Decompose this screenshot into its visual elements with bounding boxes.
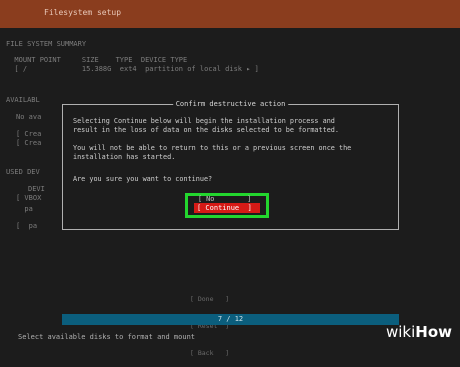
- dialog-title: Confirm destructive action: [172, 100, 289, 108]
- watermark-wiki: wiki: [385, 323, 416, 341]
- used-item: DEVI: [28, 185, 45, 193]
- available-item[interactable]: [ Crea: [16, 139, 41, 147]
- continue-button[interactable]: [ Continue ]: [194, 203, 260, 213]
- available-item[interactable]: [ Crea: [16, 130, 41, 138]
- used-item[interactable]: [ pa: [16, 222, 37, 230]
- used-header: USED DEV: [6, 168, 40, 176]
- progress-bar: 7 / 12: [62, 314, 399, 325]
- no-button[interactable]: [ No ]: [198, 195, 251, 203]
- dialog-line: result in the loss of data on the disks …: [73, 126, 339, 134]
- summary-header: FILE SYSTEM SUMMARY: [6, 40, 87, 48]
- watermark-how: How: [415, 323, 452, 341]
- used-item[interactable]: [ VBOX: [16, 194, 41, 202]
- status-message: Select available disks to format and mou…: [18, 333, 196, 341]
- dialog-line: installation has started.: [73, 153, 176, 161]
- available-header: AVAILABL: [6, 96, 40, 104]
- dialog-line: You will not be able to return to this o…: [73, 144, 352, 152]
- summary-columns: MOUNT POINT SIZE TYPE DEVICE TYPE: [6, 56, 188, 64]
- summary-row[interactable]: [ / 15.388G ext4 partition of local disk…: [6, 65, 258, 73]
- used-item: pa: [16, 205, 33, 213]
- back-button[interactable]: [ Back ]: [190, 349, 229, 358]
- dialog-question: Are you sure you want to continue?: [73, 175, 213, 183]
- title-bar: Filesystem setup: [0, 0, 460, 28]
- dialog-line: Selecting Continue below will begin the …: [73, 117, 335, 125]
- window-title: Filesystem setup: [44, 8, 122, 17]
- button-group-highlight: [ No ] [ Continue ]: [185, 193, 269, 218]
- wikihow-watermark: wikiHow: [386, 323, 452, 341]
- available-item: No ava: [16, 113, 42, 121]
- progress-label: 7 / 12: [217, 315, 244, 323]
- done-button[interactable]: [ Done ]: [190, 295, 229, 304]
